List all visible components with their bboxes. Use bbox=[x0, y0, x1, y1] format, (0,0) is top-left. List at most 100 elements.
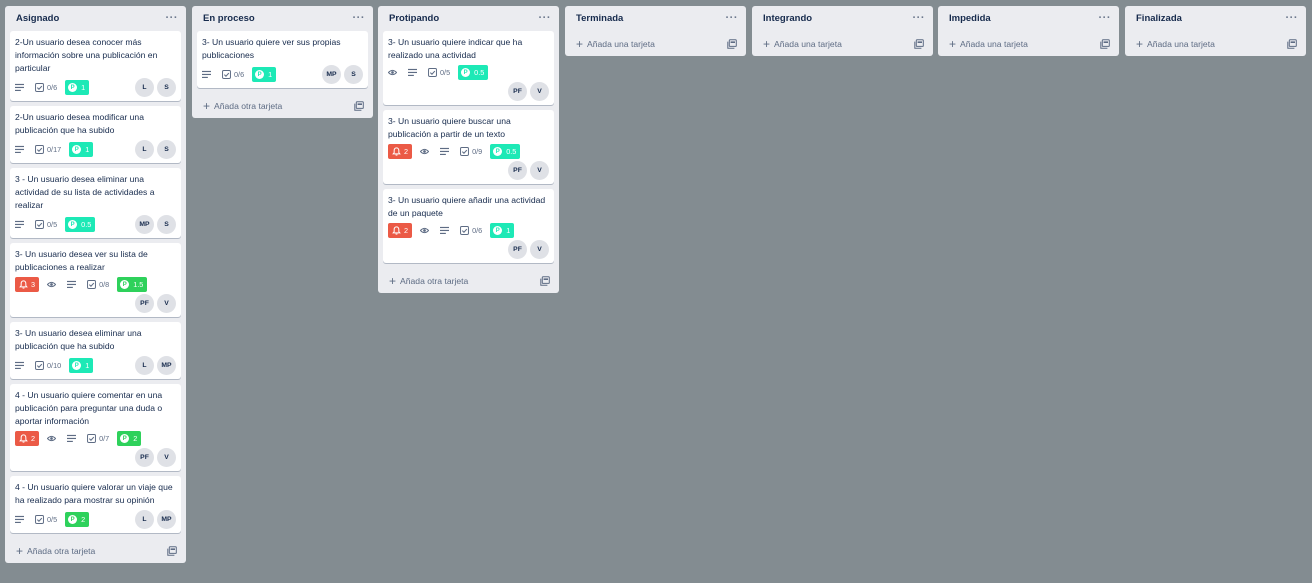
list-menu-button[interactable]: ··· bbox=[353, 13, 366, 24]
eye-icon bbox=[420, 226, 430, 235]
add-card-button[interactable]: + Añada una tarjeta bbox=[943, 31, 1114, 56]
member-avatar[interactable]: S bbox=[344, 65, 363, 84]
list-menu-button[interactable]: ··· bbox=[1099, 13, 1112, 24]
card[interactable]: 3- Un usuario quiere indicar que ha real… bbox=[383, 31, 554, 105]
add-card-button[interactable]: + Añada una tarjeta bbox=[570, 31, 741, 56]
plus-icon: + bbox=[763, 36, 771, 51]
card[interactable]: 3 - Un usuario desea eliminar una activi… bbox=[10, 168, 181, 238]
list-menu-button[interactable]: ··· bbox=[913, 13, 926, 24]
points-icon: P bbox=[493, 147, 503, 156]
description-badge bbox=[15, 142, 27, 157]
member-avatar[interactable]: V bbox=[530, 161, 549, 180]
points-icon: P bbox=[255, 70, 265, 79]
card[interactable]: 4 - Un usuario quiere valorar un viaje q… bbox=[10, 476, 181, 533]
due-alert-badge: 2 bbox=[388, 223, 413, 238]
list-title[interactable]: En proceso bbox=[203, 13, 255, 24]
points-icon: P bbox=[68, 83, 78, 92]
member-avatar[interactable]: S bbox=[157, 140, 176, 159]
add-card-left: + Añada una tarjeta bbox=[763, 38, 842, 50]
description-icon bbox=[15, 83, 24, 92]
member-avatar[interactable]: V bbox=[157, 448, 176, 467]
add-card-button[interactable]: + Añada una tarjeta bbox=[757, 31, 928, 56]
checklist-count: 0/6 bbox=[472, 226, 483, 235]
list-menu-button[interactable]: ··· bbox=[726, 13, 739, 24]
member-avatar[interactable]: MP bbox=[157, 510, 176, 529]
card[interactable]: 3- Un usuario quiere ver sus propias pub… bbox=[197, 31, 368, 88]
add-card-label: Añada una tarjeta bbox=[1147, 38, 1215, 49]
card-title: 4 - Un usuario quiere comentar en una pu… bbox=[15, 390, 163, 426]
list-header: En proceso ··· bbox=[197, 6, 368, 31]
member-avatar[interactable]: PF bbox=[135, 294, 154, 313]
list-title[interactable]: Impedida bbox=[949, 13, 991, 24]
checklist-badge: 0/17 bbox=[35, 142, 61, 157]
add-card-left: + Añada otra tarjeta bbox=[389, 275, 468, 287]
member-avatar[interactable]: MP bbox=[322, 65, 341, 84]
watch-badge bbox=[388, 65, 400, 80]
add-card-button[interactable]: + Añada una tarjeta bbox=[1130, 31, 1301, 56]
card[interactable]: 3- Un usuario quiere buscar una publicac… bbox=[383, 110, 554, 184]
card-template-icon[interactable] bbox=[1100, 38, 1110, 49]
list-menu-button[interactable]: ··· bbox=[166, 13, 179, 24]
due-alert-badge: 2 bbox=[388, 144, 413, 159]
card-template-icon[interactable] bbox=[914, 38, 924, 49]
description-badge bbox=[440, 223, 452, 238]
points-icon: P bbox=[68, 220, 78, 229]
member-avatar[interactable]: S bbox=[157, 215, 176, 234]
member-avatar[interactable]: MP bbox=[135, 215, 154, 234]
description-icon bbox=[15, 515, 24, 524]
card-badges: 0/5 P 0.5 PF V bbox=[388, 65, 549, 101]
points-badge: P 1.5 bbox=[117, 277, 148, 292]
list-title[interactable]: Protipando bbox=[389, 13, 439, 24]
card[interactable]: 3- Un usuario desea ver su lista de publ… bbox=[10, 243, 181, 317]
member-avatar[interactable]: L bbox=[135, 78, 154, 97]
card-template-icon[interactable] bbox=[167, 545, 177, 556]
checklist-count: 0/7 bbox=[99, 434, 110, 443]
card-template-icon[interactable] bbox=[1287, 38, 1297, 49]
member-avatar[interactable]: PF bbox=[508, 161, 527, 180]
description-badge bbox=[202, 67, 214, 82]
add-card-label: Añada otra tarjeta bbox=[400, 275, 469, 286]
plus-icon: + bbox=[576, 36, 584, 51]
add-card-button[interactable]: + Añada otra tarjeta bbox=[383, 268, 554, 293]
list-menu-button[interactable]: ··· bbox=[1286, 13, 1299, 24]
add-card-button[interactable]: + Añada otra tarjeta bbox=[197, 93, 368, 118]
member-avatar[interactable]: L bbox=[135, 140, 154, 159]
list-title[interactable]: Asignado bbox=[16, 13, 59, 24]
member-avatar[interactable]: PF bbox=[135, 448, 154, 467]
plus-icon: + bbox=[1136, 36, 1144, 51]
checklist-badge: 0/6 bbox=[460, 223, 482, 238]
checklist-icon bbox=[35, 220, 44, 229]
card[interactable]: 3- Un usuario desea eliminar una publica… bbox=[10, 322, 181, 379]
board: Asignado ··· 2-Un usuario desea conocer má… bbox=[5, 6, 1307, 576]
list-menu-button[interactable]: ··· bbox=[539, 13, 552, 24]
add-card-button[interactable]: + Añada otra tarjeta bbox=[10, 538, 181, 563]
member-avatar[interactable]: S bbox=[157, 78, 176, 97]
list-title[interactable]: Terminada bbox=[576, 13, 623, 24]
watch-badge bbox=[420, 223, 432, 238]
list-title[interactable]: Finalizada bbox=[1136, 13, 1182, 24]
points-value: 0.5 bbox=[506, 147, 517, 156]
card-title: 3- Un usuario quiere buscar una publicac… bbox=[388, 116, 511, 139]
description-badge bbox=[67, 277, 79, 292]
member-avatar[interactable]: V bbox=[157, 294, 176, 313]
card[interactable]: 2-Un usuario desea modificar una publica… bbox=[10, 106, 181, 163]
checklist-count: 0/6 bbox=[234, 70, 245, 79]
card-members: LS bbox=[132, 78, 176, 97]
member-avatar[interactable]: PF bbox=[508, 82, 527, 101]
checklist-badge: 0/8 bbox=[87, 277, 109, 292]
list-header: Integrando ··· bbox=[757, 6, 928, 31]
checklist-badge: 0/5 bbox=[428, 65, 450, 80]
list-title[interactable]: Integrando bbox=[763, 13, 812, 24]
member-avatar[interactable]: V bbox=[530, 82, 549, 101]
member-avatar[interactable]: MP bbox=[157, 356, 176, 375]
member-avatar[interactable]: L bbox=[135, 510, 154, 529]
card[interactable]: 4 - Un usuario quiere comentar en una pu… bbox=[10, 384, 181, 471]
card-template-icon[interactable] bbox=[727, 38, 737, 49]
member-avatar[interactable]: L bbox=[135, 356, 154, 375]
card-template-icon[interactable] bbox=[354, 100, 364, 111]
card[interactable]: 2-Un usuario desea conocer más informaci… bbox=[10, 31, 181, 101]
card[interactable]: 3- Un usuario quiere añadir una activida… bbox=[383, 189, 554, 263]
card-template-icon[interactable] bbox=[540, 275, 550, 286]
member-avatar[interactable]: PF bbox=[508, 240, 527, 259]
member-avatar[interactable]: V bbox=[530, 240, 549, 259]
